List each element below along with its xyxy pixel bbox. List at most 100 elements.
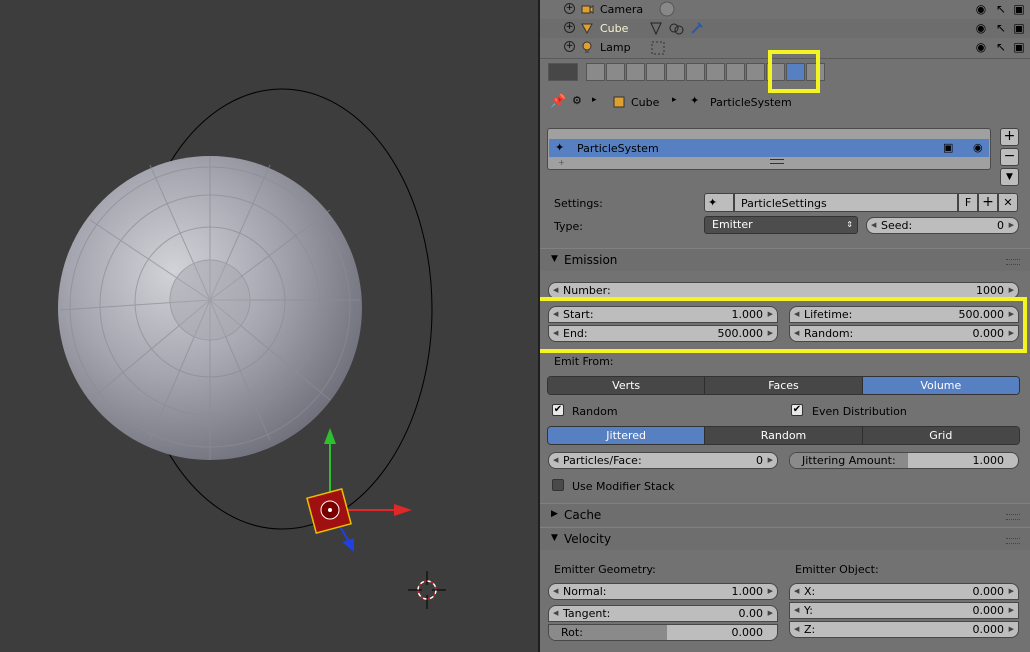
random-checkbox-label: Random — [572, 405, 618, 418]
cursor-select-icon[interactable]: ↖ — [994, 40, 1008, 54]
jittering-amount-slider[interactable]: Jittering Amount: 1.000 — [789, 452, 1019, 469]
emit-from-faces[interactable]: Faces — [705, 377, 863, 394]
drag-grip-icon[interactable] — [1006, 514, 1020, 520]
pin-icon[interactable]: 📌 — [550, 94, 566, 109]
collapse-arrow-icon: ▼ — [551, 533, 558, 543]
number-value: 1000 — [976, 284, 1004, 297]
sphere-mesh[interactable] — [58, 156, 362, 460]
fake-user-button[interactable]: F — [958, 193, 978, 212]
velocity-title: Velocity — [564, 532, 612, 546]
expand-icon[interactable]: + — [564, 41, 575, 52]
tab-scene[interactable] — [626, 63, 645, 81]
tab-world[interactable] — [646, 63, 665, 81]
emission-panel-header[interactable]: ▼ Emission — [540, 248, 1030, 271]
distribution-jittered[interactable]: Jittered — [548, 427, 706, 444]
emit-from-selector[interactable]: Verts Faces Volume — [547, 376, 1020, 395]
emit-from-label: Emit From: — [554, 355, 614, 368]
even-distribution-checkbox[interactable]: ✔ — [791, 404, 803, 416]
add-icon: + — [558, 158, 565, 167]
use-modifier-stack-checkbox[interactable] — [552, 479, 564, 491]
tab-constraints[interactable] — [686, 63, 705, 81]
transform-gizmo[interactable] — [306, 428, 412, 552]
tab-render[interactable] — [586, 63, 605, 81]
tab-object[interactable] — [666, 63, 685, 81]
eye-icon[interactable]: ◉ — [973, 141, 983, 154]
outliner-item-cube[interactable]: + Cube ◉ ↖ ▣ — [540, 19, 1030, 38]
remove-particle-system-button[interactable]: − — [1000, 148, 1019, 166]
rot-slider[interactable]: Rot: 0.000 — [548, 624, 778, 641]
list-resize-handle[interactable] — [770, 159, 784, 164]
tab-render-layers[interactable] — [606, 63, 625, 81]
add-particle-system-button[interactable]: + — [1000, 128, 1019, 146]
cursor-select-icon[interactable]: ↖ — [994, 2, 1008, 16]
render-camera-icon[interactable]: ▣ — [1012, 2, 1026, 16]
normal-label: Normal: — [563, 585, 607, 598]
3d-viewport[interactable] — [0, 0, 538, 652]
y-value: 0.000 — [972, 604, 1005, 617]
render-camera-icon[interactable]: ▣ — [1012, 21, 1026, 35]
mesh-data-icons[interactable] — [648, 21, 708, 37]
eye-icon[interactable]: ◉ — [974, 40, 988, 54]
distribution-grid[interactable]: Grid — [862, 427, 1019, 444]
cache-panel-header[interactable]: ▶ Cache — [540, 503, 1030, 526]
object-y-field[interactable]: ◀ Y: 0.000 ▶ — [789, 602, 1019, 619]
outliner-item-label: Lamp — [600, 41, 631, 54]
3d-cursor-icon[interactable] — [408, 571, 446, 609]
breadcrumb-arrow-icon: ▸ — [672, 95, 677, 105]
seed-value: 0 — [997, 219, 1004, 232]
mesh-cube-icon — [581, 23, 593, 35]
z-value: 0.000 — [972, 623, 1005, 636]
normal-value: 1.000 — [731, 585, 764, 598]
camera-icon — [581, 5, 594, 14]
particles-icon: ✦ — [708, 196, 718, 209]
unlink-settings-button[interactable]: ✕ — [998, 193, 1018, 212]
drag-grip-icon[interactable] — [1006, 259, 1020, 265]
editor-type-menu[interactable] — [548, 63, 578, 81]
emitter-object-label: Emitter Object: — [795, 563, 879, 576]
object-x-field[interactable]: ◀ X: 0.000 ▶ — [789, 583, 1019, 600]
particle-system-list[interactable]: ✦ ParticleSystem ▣ ◉ + — [547, 128, 991, 170]
specials-menu-button[interactable]: ▼ — [1000, 168, 1019, 186]
render-icon[interactable]: ▣ — [943, 141, 953, 154]
drag-grip-icon[interactable] — [1006, 538, 1020, 544]
rot-value: 0.000 — [731, 626, 764, 639]
settings-name-field[interactable]: ParticleSettings — [734, 193, 958, 212]
distribution-selector[interactable]: Jittered Random Grid — [547, 426, 1020, 445]
outliner-item-label: Cube — [600, 22, 629, 35]
object-z-field[interactable]: ◀ Z: 0.000 ▶ — [789, 621, 1019, 638]
emit-from-verts[interactable]: Verts — [548, 377, 706, 394]
tab-data[interactable] — [726, 63, 745, 81]
seed-field[interactable]: ◀ Seed: 0 ▶ — [866, 217, 1019, 234]
emit-from-volume[interactable]: Volume — [862, 377, 1019, 394]
tangent-label: Tangent: — [563, 607, 611, 620]
expand-icon[interactable]: + — [564, 3, 575, 14]
scene-icon: ⚙ — [572, 94, 582, 107]
jittering-label: Jittering Amount: — [802, 454, 896, 467]
settings-browse-button[interactable]: ✦ — [704, 193, 734, 212]
x-value: 0.000 — [972, 585, 1005, 598]
camera-data-icon[interactable] — [658, 0, 676, 18]
viewport-canvas[interactable] — [0, 0, 538, 652]
particles-face-label: Particles/Face: — [563, 454, 642, 467]
eye-icon[interactable]: ◉ — [974, 2, 988, 16]
cursor-select-icon[interactable]: ↖ — [994, 21, 1008, 35]
normal-field[interactable]: ◀ Normal: 1.000 ▶ — [548, 583, 778, 600]
outliner-item-camera[interactable]: + Camera ◉ ↖ ▣ — [540, 0, 1030, 19]
tangent-field[interactable]: ◀ Tangent: 0.00 ▶ — [548, 605, 778, 622]
expand-icon[interactable]: + — [564, 22, 575, 33]
settings-name-value: ParticleSettings — [741, 197, 827, 210]
breadcrumb-object: Cube — [631, 96, 660, 109]
distribution-random[interactable]: Random — [705, 427, 863, 444]
new-settings-button[interactable]: + — [978, 193, 998, 212]
list-item[interactable]: ✦ ParticleSystem ▣ ◉ — [549, 139, 989, 157]
render-camera-icon[interactable]: ▣ — [1012, 40, 1026, 54]
velocity-panel-header[interactable]: ▼ Velocity — [540, 527, 1030, 550]
tab-modifiers[interactable] — [706, 63, 725, 81]
type-dropdown[interactable]: Emitter ⇕ — [704, 216, 858, 234]
eye-icon[interactable]: ◉ — [974, 21, 988, 35]
even-distribution-label: Even Distribution — [812, 405, 907, 418]
particles-per-face-field[interactable]: ◀ Particles/Face: 0 ▶ — [548, 452, 778, 469]
random-checkbox[interactable]: ✔ — [552, 404, 564, 416]
lamp-data-icon[interactable] — [650, 40, 666, 56]
tab-material[interactable] — [746, 63, 765, 81]
